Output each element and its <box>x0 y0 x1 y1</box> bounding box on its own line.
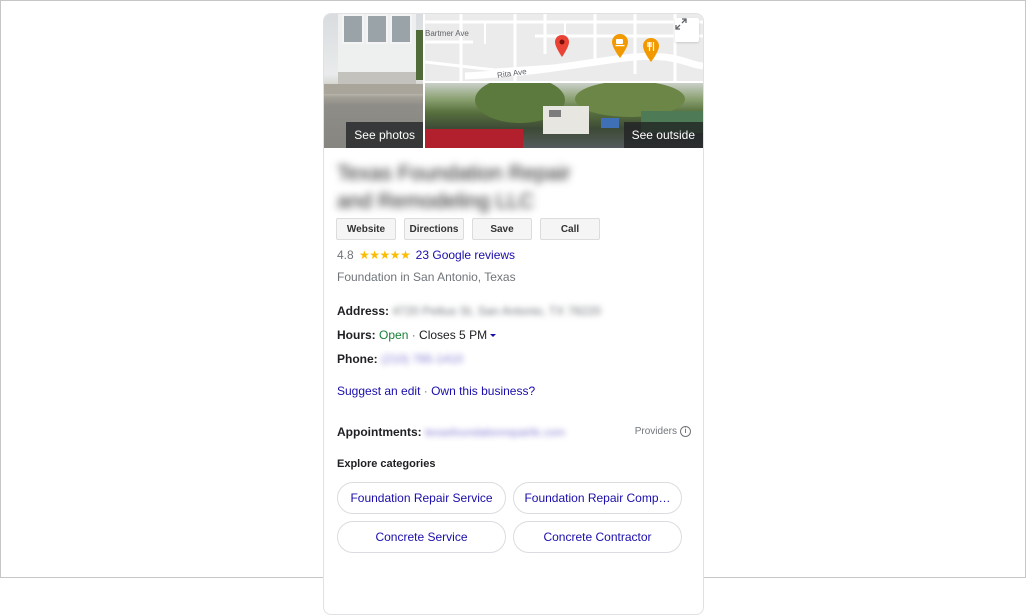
own-business-link[interactable]: Own this business? <box>431 384 535 398</box>
photo-window <box>366 14 388 44</box>
address-label: Address: <box>337 304 390 318</box>
phone-label: Phone: <box>337 352 378 366</box>
business-name: Texas Foundation Repair and Remodeling L… <box>337 162 571 213</box>
rating-row: 4.8 ★★★★★ 23 Google reviews <box>337 248 515 262</box>
save-button[interactable]: Save <box>472 218 532 240</box>
street-view-photo[interactable]: See outside <box>425 83 703 148</box>
directions-button[interactable]: Directions <box>404 218 464 240</box>
edit-links: Suggest an edit · Own this business? <box>337 384 535 398</box>
photo-truck-window <box>549 110 561 117</box>
hours-detail[interactable]: Closes 5 PM <box>419 328 487 342</box>
category-chips: Foundation Repair Service Foundation Rep… <box>337 482 682 553</box>
photo-plinth <box>338 72 416 84</box>
phone-link[interactable]: (210) 785-1410 <box>381 352 463 366</box>
appointments-row: Appointments: texasfoundationrepairllc.c… <box>337 425 565 439</box>
providers-info[interactable]: Providers i <box>635 426 691 437</box>
restaurant-pin-icon[interactable] <box>643 38 659 62</box>
location-pin-icon[interactable] <box>555 35 569 57</box>
rating-value: 4.8 <box>337 248 354 262</box>
photo-shrub <box>416 30 423 80</box>
appointments-label: Appointments: <box>337 425 422 439</box>
photo-curb <box>324 84 423 94</box>
caret-down-icon[interactable] <box>490 334 497 338</box>
address-value: 4720 Pettus St, San Antonio, TX 78220 <box>392 304 601 318</box>
photo-window <box>390 14 412 44</box>
expand-icon <box>675 18 687 30</box>
call-button[interactable]: Call <box>540 218 600 240</box>
cafe-pin-icon[interactable] <box>612 34 628 58</box>
category-chip[interactable]: Foundation Repair Comp… <box>513 482 682 514</box>
info-icon[interactable]: i <box>680 426 691 437</box>
reviews-link[interactable]: 23 Google reviews <box>416 248 515 262</box>
business-knowledge-panel: See photos Bartmer Ave Rita Ave See outs… <box>323 13 704 615</box>
hours-separator: · <box>408 328 420 342</box>
action-buttons: Website Directions Save Call <box>336 218 600 240</box>
street-label: Bartmer Ave <box>425 29 469 38</box>
phone-row: Phone: (210) 785-1410 <box>337 352 463 366</box>
map-thumbnail[interactable]: Bartmer Ave Rita Ave <box>425 14 703 81</box>
photo-sign <box>601 118 619 128</box>
address-row: Address: 4720 Pettus St, San Antonio, TX… <box>337 304 601 318</box>
photo-car <box>425 129 523 148</box>
edit-separator: · <box>420 384 432 398</box>
hours-row: Hours: Open · Closes 5 PM <box>337 328 497 342</box>
see-outside-button[interactable]: See outside <box>623 122 703 148</box>
business-category: Foundation in San Antonio, Texas <box>337 270 516 284</box>
business-photo[interactable]: See photos <box>324 14 423 148</box>
category-chip[interactable]: Concrete Contractor <box>513 521 682 553</box>
providers-label: Providers <box>634 426 677 437</box>
category-chip[interactable]: Concrete Service <box>337 521 506 553</box>
suggest-edit-link[interactable]: Suggest an edit <box>337 384 420 398</box>
hours-label: Hours: <box>337 328 376 342</box>
explore-categories-title: Explore categories <box>337 458 436 470</box>
photo-window <box>342 14 364 44</box>
category-chip[interactable]: Foundation Repair Service <box>337 482 506 514</box>
expand-map-button[interactable] <box>675 18 699 42</box>
star-rating-icon: ★★★★★ <box>359 248 411 262</box>
appointments-link[interactable]: texasfoundationrepairllc.com <box>425 427 565 439</box>
website-button[interactable]: Website <box>336 218 396 240</box>
photo-strip: See photos Bartmer Ave Rita Ave See outs… <box>324 14 703 148</box>
hours-status: Open <box>379 328 409 342</box>
see-photos-button[interactable]: See photos <box>346 122 423 148</box>
